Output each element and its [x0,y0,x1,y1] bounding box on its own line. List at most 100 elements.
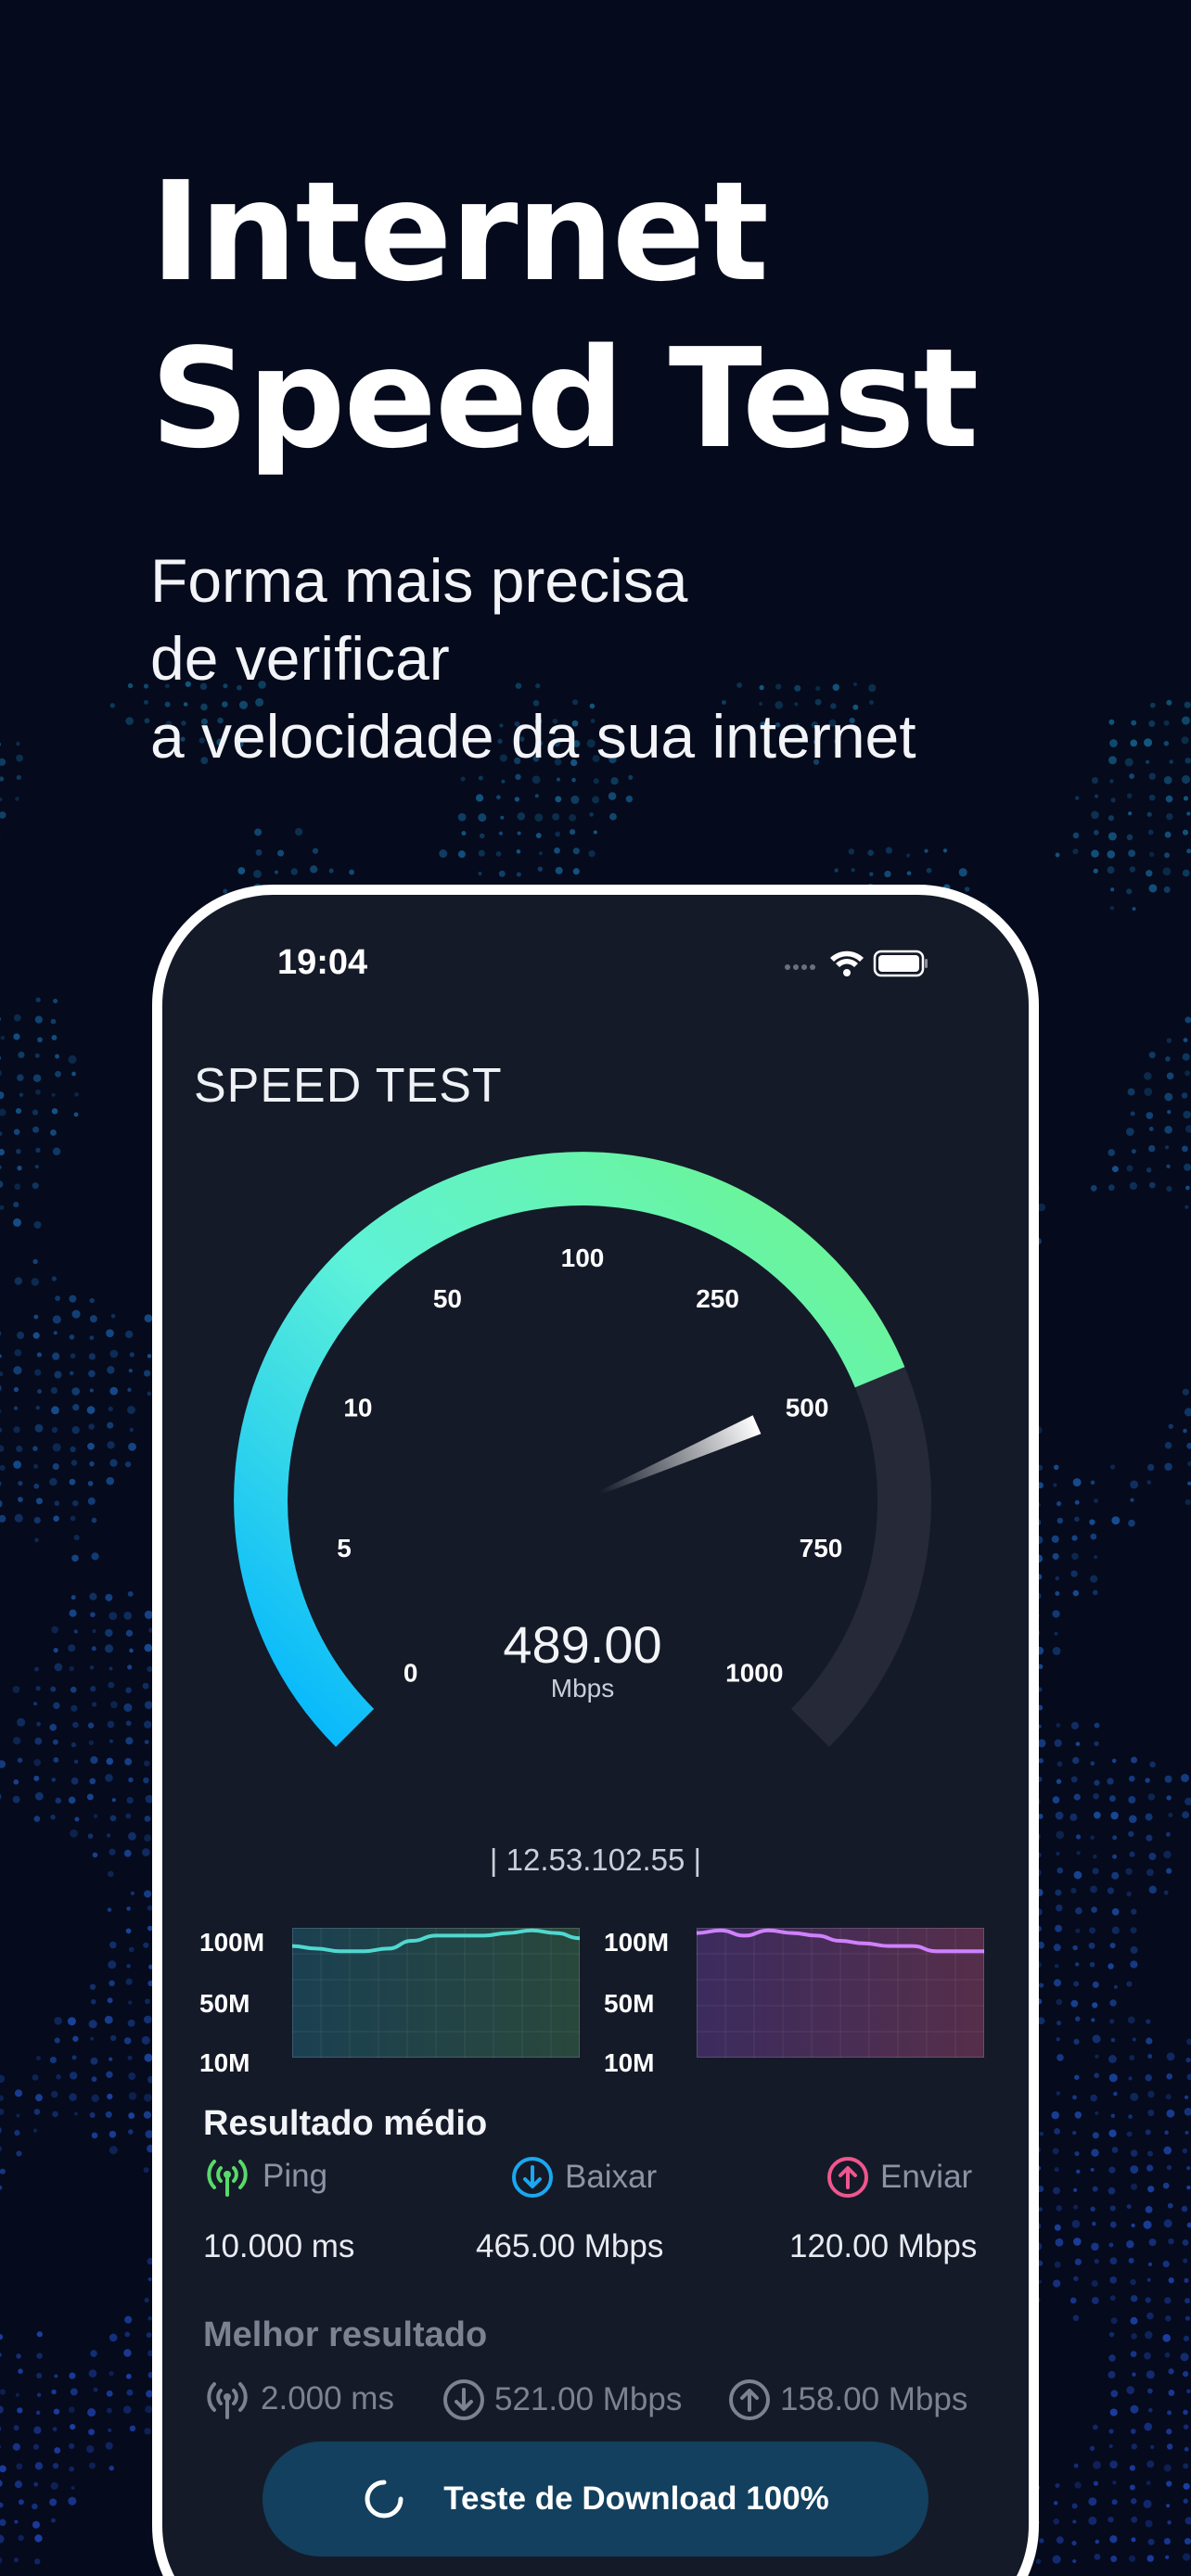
background-dot [32,1463,39,1469]
background-dot [37,1388,43,1394]
background-dot [91,1517,97,1524]
background-dot [1071,1552,1079,1561]
background-dot [109,2130,117,2138]
background-dot [1146,2480,1151,2486]
background-dot [125,1813,132,1819]
background-dot [69,1334,75,1340]
status-time: 19:04 [277,943,368,982]
background-dot [1057,1867,1064,1874]
background-dot [125,1737,134,1745]
background-dot [1144,2352,1151,2360]
background-dot [1073,2187,1078,2192]
background-dot [1109,779,1114,784]
background-dot [107,1441,115,1449]
background-dot [125,717,134,725]
background-dot [1073,1981,1080,1987]
background-dot [1108,815,1115,822]
background-dot [1166,2443,1173,2450]
background-dot [1168,2368,1174,2375]
average-ping-value: 10.000 ms [203,2228,355,2264]
background-dot [0,2426,2,2431]
background-dot [1057,1761,1063,1767]
background-dot [69,1371,74,1376]
background-dot [128,2092,137,2100]
background-dot [86,1406,96,1414]
background-dot [125,1720,132,1727]
background-dot [1148,772,1157,781]
background-dot [1093,1854,1097,1859]
background-dot [1183,1428,1187,1434]
background-dot [16,2353,21,2359]
background-dot [1108,2073,1118,2083]
background-dot [885,847,893,854]
background-dot [1166,2109,1175,2118]
background-dot [1146,2370,1155,2379]
background-dot [1128,849,1136,858]
background-dot [570,795,580,804]
upload-chart: 100M 50M 10M [604,1915,993,2077]
background-dot [1108,719,1115,725]
background-dot [36,2372,43,2379]
background-dot [1108,2242,1114,2248]
background-dot [1074,2111,1082,2119]
background-dot [107,2407,112,2414]
background-dot [68,1796,76,1804]
background-dot [1126,2204,1132,2210]
background-dot [53,998,58,1004]
background-dot [72,2035,79,2042]
background-dot [1093,2460,1101,2469]
background-dot [1182,2553,1191,2561]
background-dot [32,1126,40,1133]
background-dot [1052,1610,1060,1618]
background-dot [1166,2429,1172,2435]
background-dot [1146,2277,1151,2282]
background-dot [1130,1111,1135,1116]
background-dot [1055,1889,1062,1896]
background-dot [1110,2317,1118,2325]
background-dot [1095,2111,1099,2116]
background-dot [1056,2205,1062,2212]
background-dot [1055,1811,1064,1820]
background-dot [1055,1575,1060,1581]
background-dot [125,1978,133,1985]
background-dot [1144,2422,1153,2431]
background-dot [1095,794,1099,798]
background-dot [34,2462,44,2470]
background-dot [1054,1963,1059,1969]
background-dot [89,1297,95,1304]
background-dot [13,1201,19,1208]
background-dot [1126,1981,1133,1987]
background-dot [52,1739,58,1745]
background-dot [16,2150,22,2157]
background-dot [1109,1999,1117,2007]
background-dot [125,1687,132,1694]
background-dot [1090,1885,1098,1894]
background-dot [1088,1942,1095,1949]
background-dot [1055,1924,1063,1932]
background-dot [90,1612,96,1618]
background-dot [34,2094,44,2102]
background-dot [1110,1811,1119,1820]
background-dot [144,2428,151,2435]
background-dot [73,1759,79,1765]
background-dot [35,1686,41,1691]
background-dot [88,1423,95,1430]
background-dot [32,1332,40,1339]
background-dot [69,2093,77,2101]
background-dot [1039,2538,1044,2544]
background-dot [1185,1797,1191,1805]
background-dot [146,2332,152,2339]
download-test-button[interactable]: Teste de Download 100% [263,2442,928,2557]
background-dot [106,1833,111,1838]
background-dot [89,1664,95,1670]
background-dot [1108,2516,1114,2523]
background-dot [1166,2164,1172,2171]
background-dot [942,848,948,853]
background-dot [475,794,484,802]
background-dot [1164,2297,1172,2304]
background-dot [569,829,576,835]
background-dot [1183,796,1189,801]
background-dot [1074,2258,1082,2265]
background-dot [1148,1852,1157,1861]
background-dot [107,1366,115,1374]
